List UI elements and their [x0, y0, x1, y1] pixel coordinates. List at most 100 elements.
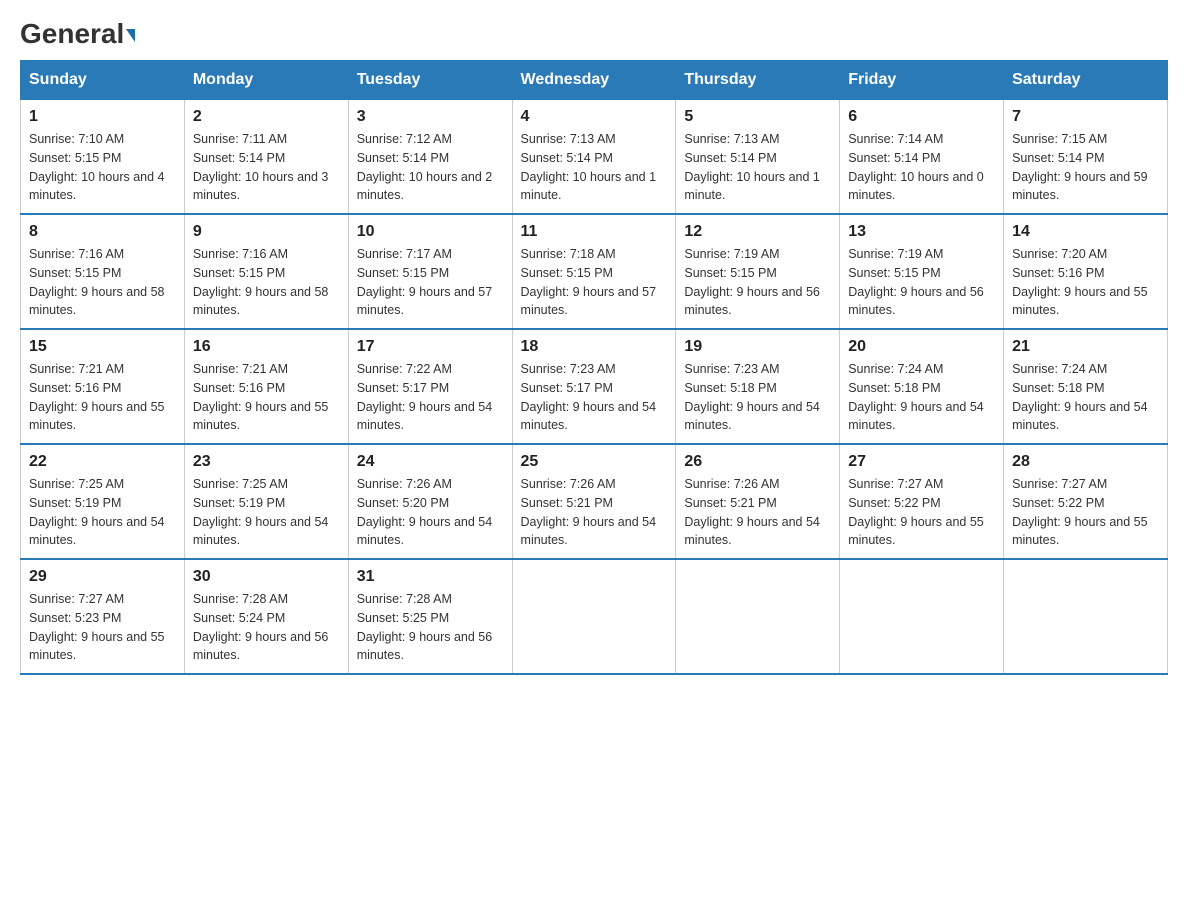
calendar-cell — [840, 559, 1004, 674]
day-number: 30 — [193, 568, 340, 586]
calendar-cell: 19 Sunrise: 7:23 AMSunset: 5:18 PMDaylig… — [676, 329, 840, 444]
day-number: 5 — [684, 108, 831, 126]
calendar-cell: 23 Sunrise: 7:25 AMSunset: 5:19 PMDaylig… — [184, 444, 348, 559]
day-info: Sunrise: 7:26 AMSunset: 5:20 PMDaylight:… — [357, 477, 493, 547]
calendar-cell: 1 Sunrise: 7:10 AMSunset: 5:15 PMDayligh… — [21, 100, 185, 215]
calendar-cell: 26 Sunrise: 7:26 AMSunset: 5:21 PMDaylig… — [676, 444, 840, 559]
day-number: 14 — [1012, 223, 1159, 241]
calendar-table: SundayMondayTuesdayWednesdayThursdayFrid… — [20, 60, 1168, 675]
day-number: 9 — [193, 223, 340, 241]
day-info: Sunrise: 7:19 AMSunset: 5:15 PMDaylight:… — [848, 247, 984, 317]
page-header: General — [20, 20, 1168, 50]
calendar-cell: 3 Sunrise: 7:12 AMSunset: 5:14 PMDayligh… — [348, 100, 512, 215]
calendar-cell: 31 Sunrise: 7:28 AMSunset: 5:25 PMDaylig… — [348, 559, 512, 674]
calendar-week-row: 22 Sunrise: 7:25 AMSunset: 5:19 PMDaylig… — [21, 444, 1168, 559]
calendar-cell: 9 Sunrise: 7:16 AMSunset: 5:15 PMDayligh… — [184, 214, 348, 329]
day-number: 3 — [357, 108, 504, 126]
calendar-week-row: 15 Sunrise: 7:21 AMSunset: 5:16 PMDaylig… — [21, 329, 1168, 444]
weekday-header-sunday: Sunday — [21, 61, 185, 100]
day-number: 23 — [193, 453, 340, 471]
day-number: 31 — [357, 568, 504, 586]
calendar-cell: 2 Sunrise: 7:11 AMSunset: 5:14 PMDayligh… — [184, 100, 348, 215]
day-info: Sunrise: 7:26 AMSunset: 5:21 PMDaylight:… — [521, 477, 657, 547]
calendar-cell: 27 Sunrise: 7:27 AMSunset: 5:22 PMDaylig… — [840, 444, 1004, 559]
day-info: Sunrise: 7:23 AMSunset: 5:17 PMDaylight:… — [521, 362, 657, 432]
calendar-cell: 8 Sunrise: 7:16 AMSunset: 5:15 PMDayligh… — [21, 214, 185, 329]
calendar-cell: 5 Sunrise: 7:13 AMSunset: 5:14 PMDayligh… — [676, 100, 840, 215]
calendar-cell: 14 Sunrise: 7:20 AMSunset: 5:16 PMDaylig… — [1004, 214, 1168, 329]
calendar-cell: 16 Sunrise: 7:21 AMSunset: 5:16 PMDaylig… — [184, 329, 348, 444]
day-info: Sunrise: 7:22 AMSunset: 5:17 PMDaylight:… — [357, 362, 493, 432]
calendar-cell: 20 Sunrise: 7:24 AMSunset: 5:18 PMDaylig… — [840, 329, 1004, 444]
day-info: Sunrise: 7:25 AMSunset: 5:19 PMDaylight:… — [29, 477, 165, 547]
calendar-week-row: 1 Sunrise: 7:10 AMSunset: 5:15 PMDayligh… — [21, 100, 1168, 215]
day-number: 12 — [684, 223, 831, 241]
calendar-week-row: 29 Sunrise: 7:27 AMSunset: 5:23 PMDaylig… — [21, 559, 1168, 674]
day-number: 29 — [29, 568, 176, 586]
day-info: Sunrise: 7:25 AMSunset: 5:19 PMDaylight:… — [193, 477, 329, 547]
day-info: Sunrise: 7:10 AMSunset: 5:15 PMDaylight:… — [29, 132, 165, 202]
day-info: Sunrise: 7:21 AMSunset: 5:16 PMDaylight:… — [193, 362, 329, 432]
calendar-cell: 7 Sunrise: 7:15 AMSunset: 5:14 PMDayligh… — [1004, 100, 1168, 215]
day-number: 27 — [848, 453, 995, 471]
day-number: 15 — [29, 338, 176, 356]
day-info: Sunrise: 7:18 AMSunset: 5:15 PMDaylight:… — [521, 247, 657, 317]
day-number: 18 — [521, 338, 668, 356]
calendar-cell — [1004, 559, 1168, 674]
calendar-cell: 30 Sunrise: 7:28 AMSunset: 5:24 PMDaylig… — [184, 559, 348, 674]
day-info: Sunrise: 7:23 AMSunset: 5:18 PMDaylight:… — [684, 362, 820, 432]
day-info: Sunrise: 7:28 AMSunset: 5:24 PMDaylight:… — [193, 592, 329, 662]
calendar-cell — [676, 559, 840, 674]
calendar-week-row: 8 Sunrise: 7:16 AMSunset: 5:15 PMDayligh… — [21, 214, 1168, 329]
day-info: Sunrise: 7:15 AMSunset: 5:14 PMDaylight:… — [1012, 132, 1148, 202]
calendar-cell: 12 Sunrise: 7:19 AMSunset: 5:15 PMDaylig… — [676, 214, 840, 329]
calendar-cell: 21 Sunrise: 7:24 AMSunset: 5:18 PMDaylig… — [1004, 329, 1168, 444]
day-number: 25 — [521, 453, 668, 471]
day-info: Sunrise: 7:27 AMSunset: 5:23 PMDaylight:… — [29, 592, 165, 662]
day-number: 8 — [29, 223, 176, 241]
weekday-header-row: SundayMondayTuesdayWednesdayThursdayFrid… — [21, 61, 1168, 100]
day-info: Sunrise: 7:13 AMSunset: 5:14 PMDaylight:… — [684, 132, 820, 202]
day-info: Sunrise: 7:27 AMSunset: 5:22 PMDaylight:… — [1012, 477, 1148, 547]
calendar-cell: 17 Sunrise: 7:22 AMSunset: 5:17 PMDaylig… — [348, 329, 512, 444]
day-info: Sunrise: 7:13 AMSunset: 5:14 PMDaylight:… — [521, 132, 657, 202]
day-number: 28 — [1012, 453, 1159, 471]
day-info: Sunrise: 7:14 AMSunset: 5:14 PMDaylight:… — [848, 132, 984, 202]
day-info: Sunrise: 7:21 AMSunset: 5:16 PMDaylight:… — [29, 362, 165, 432]
day-number: 6 — [848, 108, 995, 126]
day-number: 26 — [684, 453, 831, 471]
day-number: 21 — [1012, 338, 1159, 356]
calendar-cell: 22 Sunrise: 7:25 AMSunset: 5:19 PMDaylig… — [21, 444, 185, 559]
day-number: 19 — [684, 338, 831, 356]
logo-general: General — [20, 20, 135, 48]
day-number: 16 — [193, 338, 340, 356]
calendar-cell: 4 Sunrise: 7:13 AMSunset: 5:14 PMDayligh… — [512, 100, 676, 215]
calendar-cell: 18 Sunrise: 7:23 AMSunset: 5:17 PMDaylig… — [512, 329, 676, 444]
day-info: Sunrise: 7:26 AMSunset: 5:21 PMDaylight:… — [684, 477, 820, 547]
calendar-cell: 13 Sunrise: 7:19 AMSunset: 5:15 PMDaylig… — [840, 214, 1004, 329]
calendar-cell: 25 Sunrise: 7:26 AMSunset: 5:21 PMDaylig… — [512, 444, 676, 559]
day-number: 7 — [1012, 108, 1159, 126]
day-number: 13 — [848, 223, 995, 241]
calendar-cell: 28 Sunrise: 7:27 AMSunset: 5:22 PMDaylig… — [1004, 444, 1168, 559]
weekday-header-wednesday: Wednesday — [512, 61, 676, 100]
day-number: 20 — [848, 338, 995, 356]
day-info: Sunrise: 7:24 AMSunset: 5:18 PMDaylight:… — [1012, 362, 1148, 432]
calendar-cell — [512, 559, 676, 674]
logo: General — [20, 20, 135, 50]
calendar-cell: 24 Sunrise: 7:26 AMSunset: 5:20 PMDaylig… — [348, 444, 512, 559]
day-info: Sunrise: 7:17 AMSunset: 5:15 PMDaylight:… — [357, 247, 493, 317]
day-number: 4 — [521, 108, 668, 126]
day-number: 17 — [357, 338, 504, 356]
weekday-header-saturday: Saturday — [1004, 61, 1168, 100]
day-info: Sunrise: 7:11 AMSunset: 5:14 PMDaylight:… — [193, 132, 329, 202]
day-number: 24 — [357, 453, 504, 471]
day-info: Sunrise: 7:16 AMSunset: 5:15 PMDaylight:… — [29, 247, 165, 317]
weekday-header-tuesday: Tuesday — [348, 61, 512, 100]
calendar-cell: 29 Sunrise: 7:27 AMSunset: 5:23 PMDaylig… — [21, 559, 185, 674]
day-info: Sunrise: 7:16 AMSunset: 5:15 PMDaylight:… — [193, 247, 329, 317]
day-info: Sunrise: 7:24 AMSunset: 5:18 PMDaylight:… — [848, 362, 984, 432]
calendar-cell: 11 Sunrise: 7:18 AMSunset: 5:15 PMDaylig… — [512, 214, 676, 329]
calendar-cell: 15 Sunrise: 7:21 AMSunset: 5:16 PMDaylig… — [21, 329, 185, 444]
calendar-cell: 6 Sunrise: 7:14 AMSunset: 5:14 PMDayligh… — [840, 100, 1004, 215]
